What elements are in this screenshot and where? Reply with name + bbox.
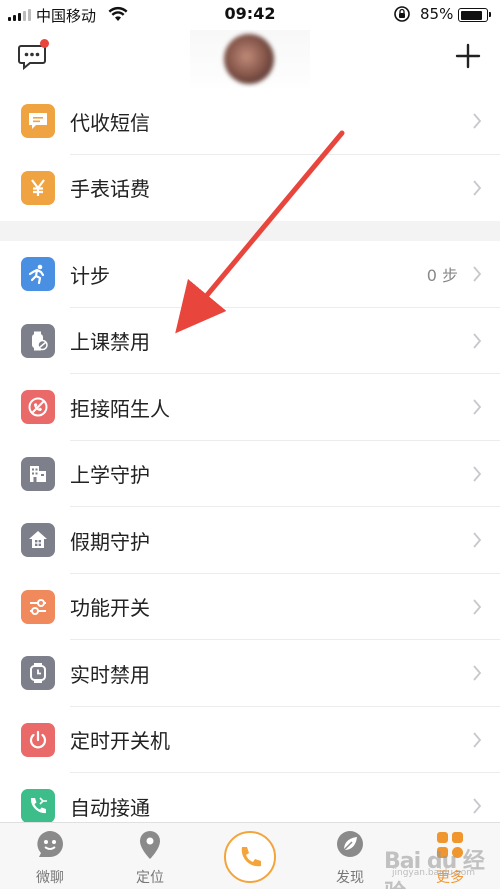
chevron-right-icon xyxy=(473,399,482,415)
phone-icon xyxy=(241,847,261,867)
list-item-realtime-disable[interactable]: 实时禁用 xyxy=(0,640,500,707)
sms-icon xyxy=(21,104,55,139)
building-icon xyxy=(21,456,55,491)
list-item-sms[interactable]: 代收短信 xyxy=(0,88,500,155)
chevron-right-icon xyxy=(473,599,482,615)
call-button[interactable] xyxy=(224,831,276,883)
list-item-steps[interactable]: 计步 0 步 xyxy=(0,241,500,308)
list-item-label: 假期守护 xyxy=(70,529,150,554)
list-item-label: 功能开关 xyxy=(70,596,150,621)
chevron-right-icon xyxy=(473,665,482,681)
chevron-right-icon xyxy=(473,266,482,282)
list-item-holiday-guard[interactable]: 假期守护 xyxy=(0,507,500,574)
home-icon xyxy=(21,523,55,558)
tab-label: 发现 xyxy=(336,870,364,886)
chevron-right-icon xyxy=(473,180,482,196)
watermark-url: jingyan.baidu.com xyxy=(392,868,476,878)
watch-clock-icon xyxy=(21,656,55,691)
list-item-credit[interactable]: 手表话费 xyxy=(0,154,500,221)
list-item-label: 计步 xyxy=(70,263,110,288)
notification-dot xyxy=(40,39,49,48)
list-item-label: 手表话费 xyxy=(70,177,150,202)
list-item-class-disable[interactable]: 上课禁用 xyxy=(0,307,500,374)
chevron-right-icon xyxy=(473,732,482,748)
list-item-label: 代收短信 xyxy=(70,110,150,135)
chevron-right-icon xyxy=(473,466,482,482)
list-item-timed-power[interactable]: 定时开关机 xyxy=(0,706,500,773)
section-gap xyxy=(0,221,500,241)
running-icon xyxy=(21,257,55,292)
tab-label: 定位 xyxy=(136,870,164,886)
chat-face-icon xyxy=(37,831,63,857)
battery-icon xyxy=(458,8,491,22)
compass-leaf-icon xyxy=(337,831,363,857)
header xyxy=(0,30,500,100)
status-bar: 中国移动 09:42 85% xyxy=(0,0,500,30)
list-item-function-switch[interactable]: 功能开关 xyxy=(0,573,500,640)
list-item-label: 实时禁用 xyxy=(70,662,150,687)
phone-auto-icon xyxy=(21,789,55,824)
list-item-school-guard[interactable]: 上学守护 xyxy=(0,440,500,507)
avatar[interactable] xyxy=(224,34,274,84)
chevron-right-icon xyxy=(473,532,482,548)
list-item-label: 拒接陌生人 xyxy=(70,396,170,421)
sliders-icon xyxy=(21,589,55,624)
list-item-label: 定时开关机 xyxy=(70,729,170,754)
battery-percentage: 85% xyxy=(420,5,454,23)
chevron-right-icon xyxy=(473,333,482,349)
reject-call-icon xyxy=(21,390,55,425)
tab-label: 微聊 xyxy=(36,870,64,886)
chevron-right-icon xyxy=(473,113,482,129)
rotation-lock-icon xyxy=(394,6,410,22)
location-pin-icon xyxy=(140,831,160,859)
plus-icon[interactable] xyxy=(454,42,482,70)
tab-locate[interactable]: 定位 xyxy=(110,823,190,889)
list-item-label: 上学守护 xyxy=(70,463,150,488)
tab-chat[interactable]: 微聊 xyxy=(10,823,90,889)
tab-discover[interactable]: 发现 xyxy=(310,823,390,889)
list-item-label: 上课禁用 xyxy=(70,330,150,355)
list-item-reject-strangers[interactable]: 拒接陌生人 xyxy=(0,374,500,441)
chevron-right-icon xyxy=(473,798,482,814)
power-icon xyxy=(21,722,55,757)
yen-icon xyxy=(21,170,55,205)
watch-block-icon xyxy=(21,323,55,358)
watermark-text: Bai du 经验 xyxy=(384,849,485,889)
steps-count: 0 步 xyxy=(426,266,458,286)
list-item-label: 自动接通 xyxy=(70,795,150,820)
settings-list: 代收短信 手表话费 计步 0 步 上课禁用 拒接陌生人 上学守护 假期守护 功能… xyxy=(0,88,500,840)
